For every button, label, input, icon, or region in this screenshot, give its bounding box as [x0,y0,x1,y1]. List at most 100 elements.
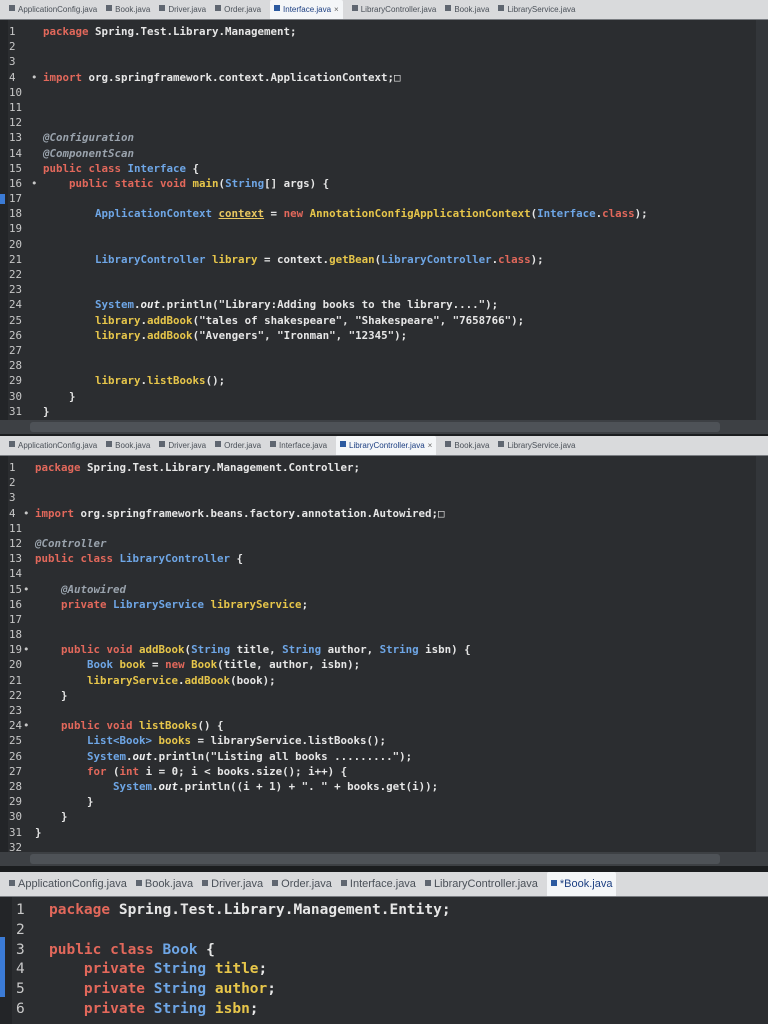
code-token: public class [49,941,163,958]
code-text: private LibraryService libraryService; [35,597,308,612]
code-text: } [35,809,68,824]
code-line: 11 [9,521,768,536]
code-line: 27 for (int i = 0; i < books.size(); i++… [9,764,768,779]
code-line: 13 public class LibraryController { [9,551,768,566]
line-number: 24 [9,719,23,733]
java-file-icon [498,441,505,447]
horizontal-scrollbar[interactable] [0,852,768,866]
code-token: libraryService [87,673,179,687]
code-token: = [264,207,284,221]
code-token: out [158,779,179,793]
editor-tab[interactable]: Book.java [106,436,150,455]
vertical-scrollbar[interactable] [756,456,768,852]
code-token: String [153,1000,215,1017]
editor-tab[interactable]: Book.java [135,872,193,896]
editor-tab[interactable]: Book.java [445,436,489,455]
code-token: String [225,176,265,190]
line-number: 16 [9,176,23,190]
editor-tab[interactable]: Driver.java [159,436,206,455]
code-text: public class Book { [49,941,215,961]
line-number: 20 [9,658,23,672]
line-number: 10 [9,85,23,99]
code-line: 6 private String isbn; [16,1000,768,1020]
code-line: 1 package Spring.Test.Library.Management; [9,24,768,39]
code-token: public void [61,719,140,733]
code-token: @Controller [35,536,107,550]
editor-tab[interactable]: LibraryService.java [498,0,575,19]
code-token: author [214,981,268,998]
code-line: 27 [9,343,768,358]
editor-tab[interactable]: LibraryService.java [498,436,575,455]
code-editor[interactable]: 1 package Spring.Test.Library.Management.… [0,897,768,1024]
editor-tab[interactable]: ApplicationConfig.java [9,872,127,896]
fold-marker-icon[interactable]: • [23,718,30,733]
scrollbar-thumb[interactable] [30,422,720,432]
tab-label: Driver.java [211,878,264,890]
code-text: List<Book> books = libraryService.listBo… [35,733,386,748]
editor-tab[interactable]: Driver.java [159,0,206,19]
java-file-icon [106,5,113,11]
line-number: 30 [9,389,23,403]
code-editor[interactable]: 1 package Spring.Test.Library.Management.… [0,456,768,854]
code-line: 23 [9,282,768,297]
code-text: ApplicationContext context = new Annotat… [43,206,648,221]
code-token: ); [530,252,544,266]
editor-tab[interactable]: Interface.java [340,872,416,896]
code-token: AnnotationConfigApplicationContext [309,207,531,221]
editor-tab[interactable]: Order.java [272,872,332,896]
code-token: private [83,1000,154,1017]
code-token: String [379,643,419,657]
editor-tab[interactable]: Interface.java [270,436,327,455]
horizontal-scrollbar[interactable] [0,420,768,434]
code-line: 30 } [9,389,768,404]
code-token: String [191,643,231,657]
editor-tab[interactable]: ApplicationConfig.java [9,0,97,19]
editor-tab[interactable]: Order.java [215,0,261,19]
editor-tab[interactable]: Interface.java × [270,0,343,19]
line-number: 14 [9,567,23,581]
tab-label: *Book.java [559,878,613,890]
code-token: out [132,749,153,763]
fold-marker-icon[interactable]: • [23,642,30,657]
code-line: 17 [9,612,768,627]
fold-marker-icon[interactable]: • [31,176,38,191]
code-token: } [35,825,42,839]
line-number: 23 [9,283,23,297]
tab-label: Interface.java [283,5,332,14]
editor-tab[interactable]: Driver.java [202,872,263,896]
line-number: 30 [9,810,23,824]
line-number: 19 [9,222,23,236]
code-token: [] args) { [264,176,330,190]
editor-tab[interactable]: ApplicationConfig.java [9,436,97,455]
fold-marker-icon[interactable]: • [31,70,38,85]
line-number: 13 [9,131,23,145]
line-number: 31 [9,825,23,839]
code-text: library.listBooks(); [43,373,225,388]
code-text: public class LibraryController { [35,551,243,566]
vertical-scrollbar[interactable] [756,20,768,420]
fold-marker-icon[interactable]: • [23,582,30,597]
close-tab-icon[interactable]: × [334,5,339,14]
code-editor[interactable]: 1 package Spring.Test.Library.Management;… [0,20,768,420]
editor-tab[interactable]: Book.java [106,0,150,19]
editor-tab[interactable]: LibraryController.java × [336,436,437,455]
line-number: 15 [9,582,23,596]
editor-tab[interactable]: LibraryController.java [351,0,436,19]
editor-tab[interactable]: Order.java [215,436,261,455]
line-number: 4 [9,70,16,84]
code-token: library [95,374,141,388]
code-text: System.out.println((i + 1) + ". " + book… [35,779,438,794]
code-token: class [602,207,635,221]
editor-tab[interactable]: LibraryController.java [424,872,538,896]
code-token: org.springframework.context.ApplicationC… [88,70,401,84]
fold-marker-icon[interactable]: • [23,506,30,521]
editor-tab[interactable]: Book.java [445,0,489,19]
code-line: 4 • import org.springframework.beans.facto… [9,506,768,521]
close-tab-icon[interactable]: × [428,441,433,450]
scrollbar-thumb[interactable] [30,854,720,864]
editor-tab[interactable]: *Book.java [546,872,617,896]
